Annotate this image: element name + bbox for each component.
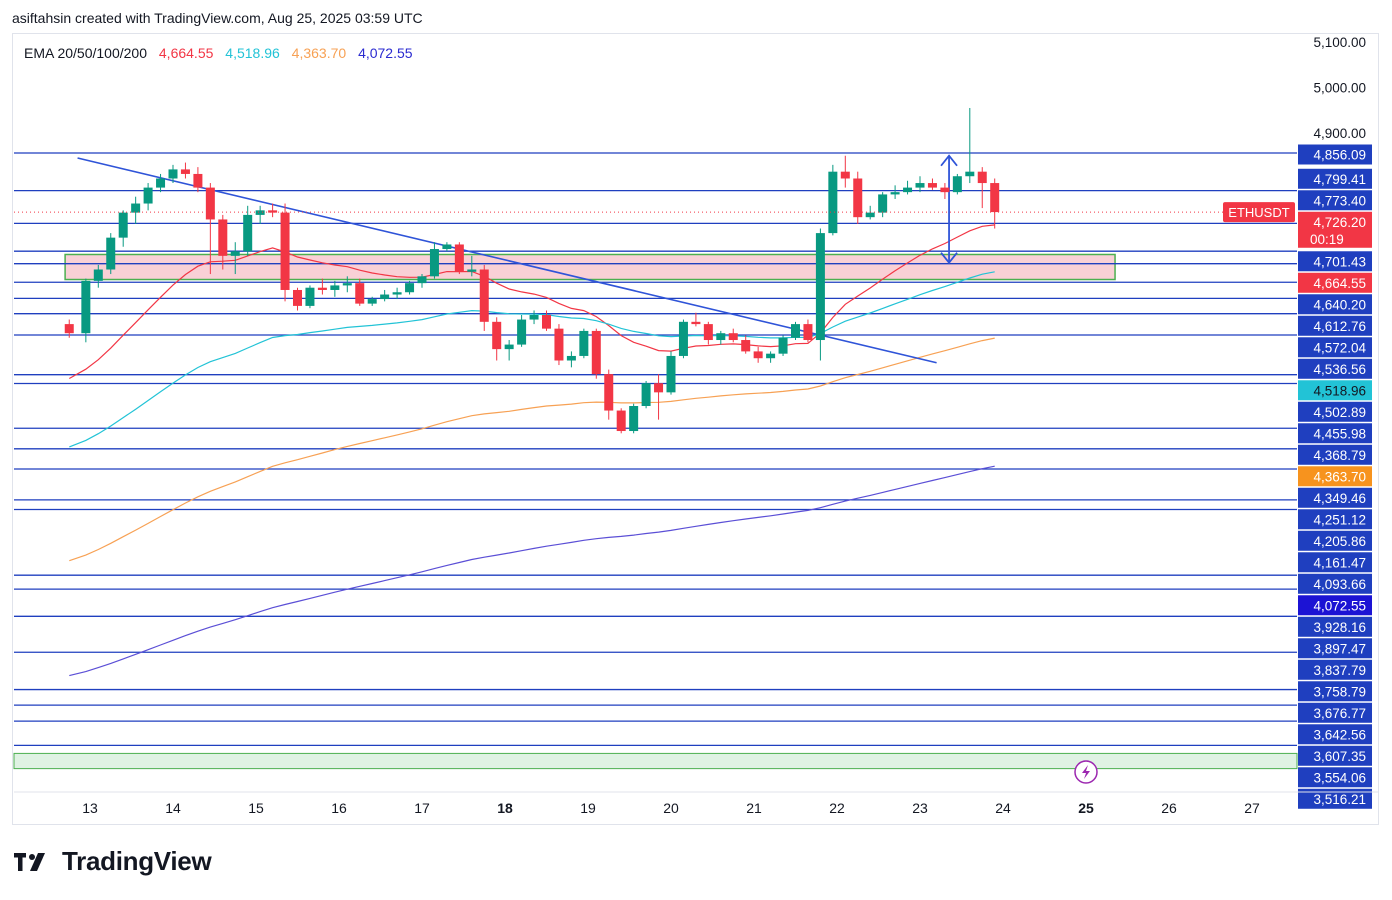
ema50-legend-value: 4,518.96	[225, 45, 280, 61]
ema-legend-label: EMA 20/50/100/200	[24, 45, 147, 61]
ema20-legend-value: 4,664.55	[158, 45, 214, 61]
tradingview-logo[interactable]: TradingView	[14, 846, 212, 877]
tradingview-logo-text: TradingView	[62, 846, 212, 876]
tradingview-logo-icon	[14, 852, 45, 871]
ema-legend: EMA 20/50/100/200 4,664.55 4,518.96 4,36…	[24, 45, 421, 61]
chart-caption: asiftahsin created with TradingView.com,…	[12, 10, 423, 26]
ema200-legend-value: 4,072.55	[358, 45, 413, 61]
ema100-legend-value: 4,363.70	[291, 45, 347, 61]
chart-frame	[12, 33, 1379, 825]
